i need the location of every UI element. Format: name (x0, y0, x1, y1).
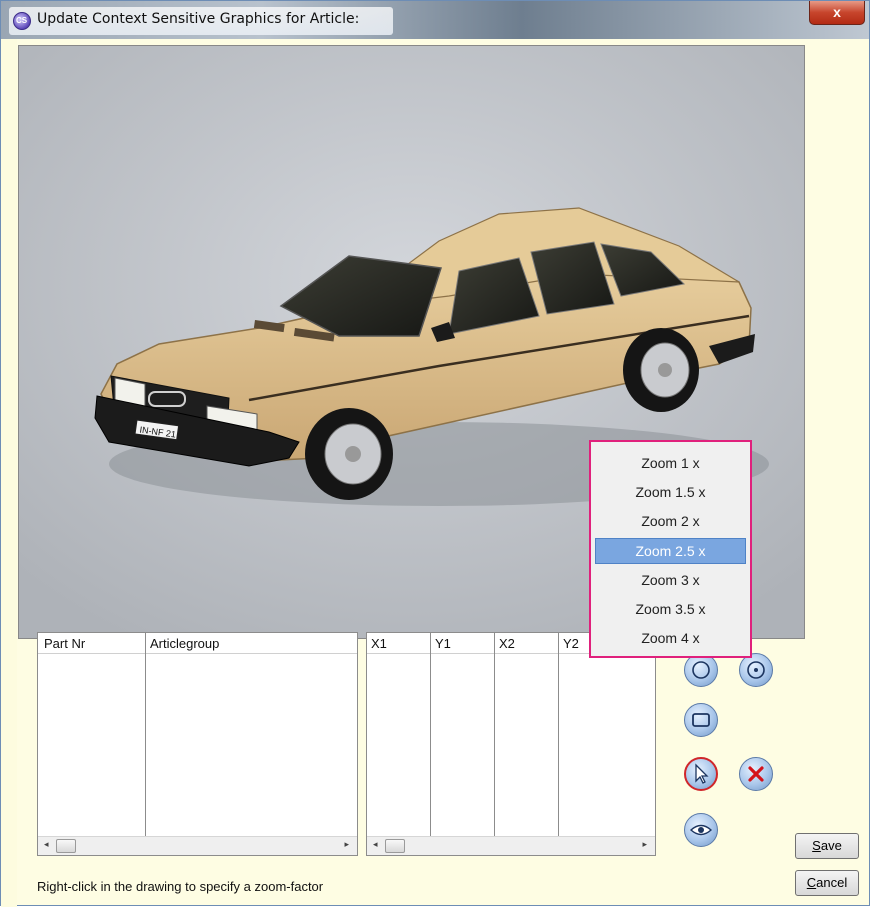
menu-item-zoom-1[interactable]: Zoom 1 x (595, 450, 746, 476)
menu-item-zoom-3-5[interactable]: Zoom 3.5 x (595, 596, 746, 622)
preview-eye-icon (690, 824, 712, 836)
part-list-grid[interactable]: Part Nr Articlegroup ◂ ▸ (37, 632, 358, 856)
scroll-left-icon[interactable]: ◂ (44, 839, 49, 850)
column-divider (494, 633, 495, 837)
app-icon-text: CS (16, 16, 28, 25)
point-circle-tool-icon (747, 661, 765, 679)
status-hint: Right-click in the drawing to specify a … (37, 879, 324, 894)
pointer-tool-button[interactable] (684, 757, 718, 791)
column-header-x2[interactable]: X2 (499, 636, 515, 651)
pointer-tool-icon (695, 763, 709, 784)
column-divider (430, 633, 431, 837)
menu-item-zoom-3[interactable]: Zoom 3 x (595, 567, 746, 593)
delete-icon (748, 766, 764, 782)
circle-tool-icon (692, 661, 710, 679)
coordinates-grid[interactable]: X1 Y1 X2 Y2 ◂ ▸ (366, 632, 656, 856)
column-header-articlegroup[interactable]: Articlegroup (150, 636, 219, 651)
column-divider (558, 633, 559, 837)
scroll-right-icon[interactable]: ▸ (344, 839, 349, 850)
rectangle-tool-button[interactable] (684, 703, 718, 737)
app-icon: CS (13, 12, 31, 30)
cancel-mnemonic: C (806, 875, 817, 890)
zoom-context-menu: Zoom 1 x Zoom 1.5 x Zoom 2 x Zoom 2.5 x … (589, 440, 752, 658)
delete-button[interactable] (739, 757, 773, 791)
menu-item-zoom-2-5[interactable]: Zoom 2.5 x (595, 538, 746, 564)
window-title: Update Context Sensitive Graphics for Ar… (37, 11, 360, 27)
column-header-x1[interactable]: X1 (371, 636, 387, 651)
cancel-label-rest: ancel (816, 875, 848, 890)
menu-item-zoom-1-5[interactable]: Zoom 1.5 x (595, 479, 746, 505)
scroll-thumb[interactable] (385, 839, 405, 853)
menu-item-zoom-4[interactable]: Zoom 4 x (595, 625, 746, 651)
horizontal-scrollbar[interactable]: ◂ ▸ (38, 836, 357, 855)
point-circle-tool-button[interactable] (739, 653, 773, 687)
horizontal-scrollbar[interactable]: ◂ ▸ (367, 836, 655, 855)
scroll-left-icon[interactable]: ◂ (373, 839, 378, 850)
title-bar[interactable]: CS Update Context Sensitive Graphics for… (1, 1, 869, 39)
save-label-rest: ave (820, 838, 842, 853)
circle-tool-button[interactable] (684, 653, 718, 687)
menu-item-zoom-2[interactable]: Zoom 2 x (595, 508, 746, 534)
column-header-part-nr[interactable]: Part Nr (44, 636, 85, 651)
dialog-window: CS Update Context Sensitive Graphics for… (0, 0, 870, 907)
save-mnemonic: S (812, 838, 821, 853)
left-edge (1, 39, 17, 907)
column-header-y2[interactable]: Y2 (563, 636, 579, 651)
column-header-y1[interactable]: Y1 (435, 636, 451, 651)
save-button[interactable]: Save (795, 833, 859, 859)
column-divider (145, 633, 146, 837)
cancel-button[interactable]: Cancel (795, 870, 859, 896)
scroll-right-icon[interactable]: ▸ (642, 839, 647, 850)
close-icon: x (833, 4, 841, 20)
preview-button[interactable] (684, 813, 718, 847)
close-button[interactable]: x (809, 1, 865, 25)
rectangle-tool-icon (692, 713, 710, 727)
scroll-thumb[interactable] (56, 839, 76, 853)
